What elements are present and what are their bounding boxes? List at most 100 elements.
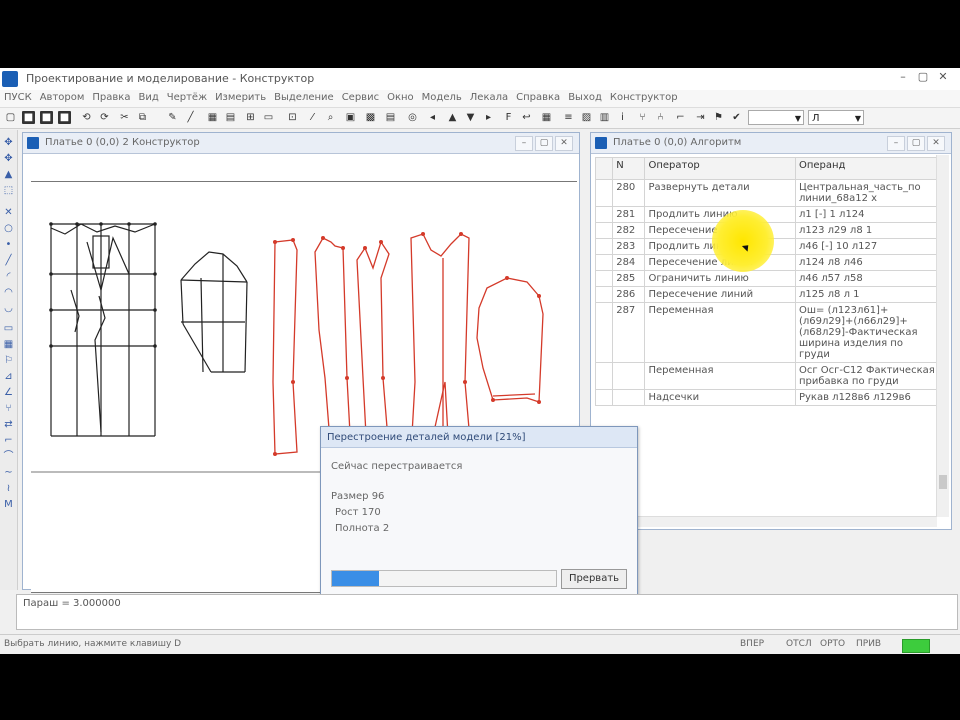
circle-tool-icon[interactable]: ○ (2, 222, 15, 235)
segment-tool-icon[interactable]: ╱ (2, 254, 15, 267)
menu-item-drawing[interactable]: Чертёж (163, 90, 211, 103)
angle-tool-icon[interactable]: ∠ (2, 386, 15, 399)
fork-icon[interactable]: ⑂ (636, 111, 649, 124)
menu-item-select[interactable]: Выделение (270, 90, 338, 103)
arrow-down-icon[interactable]: ▼ (464, 111, 477, 124)
menu-item-window[interactable]: Окно (383, 90, 418, 103)
pin-tool-icon[interactable]: ⊿ (2, 370, 15, 383)
flag-icon[interactable]: ⚑ (712, 111, 725, 124)
tab-icon[interactable]: ⇥ (694, 111, 707, 124)
point-tool-icon[interactable]: • (2, 238, 15, 251)
menu-item-author[interactable]: Автором (36, 90, 89, 103)
zoom-icon[interactable]: ⌕ (324, 111, 337, 124)
table-view-icon[interactable]: ▦ (540, 111, 553, 124)
table-row[interactable]: Переменная Осг Осг-С12 Фактическая прибав… (594, 362, 940, 390)
marker-icon[interactable]: ⁄ (306, 111, 319, 124)
rect-tool-icon[interactable]: ▭ (2, 322, 15, 335)
grid2-icon[interactable]: ▩ (364, 111, 377, 124)
corner-tool-icon[interactable]: ⌐ (2, 434, 15, 447)
menu-item-view[interactable]: Вид (134, 90, 162, 103)
table-row[interactable]: 286 Пересечение линий л125 л8 л 1 (594, 286, 940, 303)
bezier-tool-icon[interactable]: ◡ (2, 302, 15, 315)
minimize-button[interactable]: – (896, 70, 910, 84)
close-button[interactable]: ✕ (936, 70, 950, 84)
table-row[interactable]: Надсечки Рукав л128в6 л129в6 (594, 389, 940, 406)
table-row[interactable]: 285 Ограничить линию л46 л57 л58 (594, 270, 940, 287)
curve-tool-icon[interactable]: ◠ (2, 286, 15, 299)
view-icon[interactable]: ▭ (262, 111, 275, 124)
move-tool-icon[interactable]: ✥ (2, 152, 15, 165)
vertical-scrollbar[interactable] (936, 155, 949, 517)
grid-icon[interactable]: ▤ (224, 111, 237, 124)
copy-icon[interactable]: ⧉ (136, 111, 149, 124)
status-mode[interactable]: ВПЕР (740, 639, 764, 649)
menu-item-start[interactable]: ПУСК (0, 90, 36, 103)
scrollbar-thumb[interactable] (939, 475, 947, 489)
flag-tool-icon[interactable]: ⚐ (2, 354, 15, 367)
info-icon[interactable]: i (616, 111, 629, 124)
window-restore-button[interactable]: ▢ (535, 136, 553, 151)
menu-item-help[interactable]: Справка (512, 90, 564, 103)
status-snap[interactable]: ПРИВ (856, 639, 881, 649)
stop-button[interactable]: Прервать (561, 569, 627, 589)
zigzag-tool-icon[interactable]: ≀ (2, 482, 15, 495)
window-minimize-button[interactable]: – (515, 136, 533, 151)
redo-icon[interactable]: ⟳ (98, 111, 111, 124)
frame-icon[interactable]: ▣ (344, 111, 357, 124)
m-tool-icon[interactable]: M (2, 498, 15, 511)
cut-icon[interactable]: ✂ (118, 111, 131, 124)
arrow-right-icon[interactable]: ▸ (482, 111, 495, 124)
window-close-button[interactable]: ✕ (555, 136, 573, 151)
print-icon[interactable]: ■ (58, 111, 71, 124)
status-track[interactable]: ОТСЛ (786, 639, 812, 649)
cross-tool-icon[interactable]: ✕ (2, 206, 15, 219)
check-icon[interactable]: ✔ (730, 111, 743, 124)
table-icon[interactable]: ▦ (206, 111, 219, 124)
lock-icon[interactable]: ⊡ (286, 111, 299, 124)
status-ortho[interactable]: ОРТО (820, 639, 845, 649)
table-tool-icon[interactable]: ▦ (2, 338, 15, 351)
mirror-tool-icon[interactable]: ⇄ (2, 418, 15, 431)
lines-icon[interactable]: ≡ (562, 111, 575, 124)
menu-item-exit[interactable]: Выход (564, 90, 606, 103)
pencil-icon[interactable]: ✎ (166, 111, 179, 124)
table-row[interactable]: 280 Развернуть детали Центральная_часть_по… (594, 179, 940, 207)
wave-tool-icon[interactable]: ∼ (2, 466, 15, 479)
measure-icon[interactable]: ⊞ (244, 111, 257, 124)
horizontal-scrollbar[interactable] (593, 516, 937, 527)
select-tool-icon[interactable]: ⬚ (2, 184, 15, 197)
arrow-tool-icon[interactable]: ▲ (2, 168, 15, 181)
return-icon[interactable]: ↩ (520, 111, 533, 124)
table-row[interactable]: 281 Продлить линию л1 [-] 1 л124 (594, 206, 940, 223)
fold-tool-icon[interactable]: ⌒ (2, 450, 15, 463)
menu-item-constructor[interactable]: Конструктор (606, 90, 682, 103)
undo-icon[interactable]: ⟲ (80, 111, 93, 124)
save-icon[interactable]: ■ (40, 111, 53, 124)
layer-select[interactable]: Л ▼ (808, 110, 864, 125)
size-select[interactable]: ▼ (748, 110, 804, 125)
menu-item-service[interactable]: Сервис (338, 90, 383, 103)
image-icon[interactable]: ▨ (580, 111, 593, 124)
arrow-up-icon[interactable]: ▲ (446, 111, 459, 124)
menu-item-model[interactable]: Модель (418, 90, 466, 103)
menu-item-patterns[interactable]: Лекала (466, 90, 512, 103)
bracket-icon[interactable]: ⌐ (674, 111, 687, 124)
command-line[interactable]: Параш = 3.000000 (16, 594, 958, 630)
line-icon[interactable]: ╱ (184, 111, 197, 124)
window-restore-button[interactable]: ▢ (907, 136, 925, 151)
pointer-tool-icon[interactable]: ✥ (2, 136, 15, 149)
layers-icon[interactable]: ▤ (384, 111, 397, 124)
table-row[interactable]: 287 Переменная Ош= (л123л61]+(л69л29]+(л66… (594, 302, 940, 363)
maximize-button[interactable]: ▢ (916, 70, 930, 84)
new-file-icon[interactable]: ▢ (4, 111, 17, 124)
function-key-icon[interactable]: F (502, 111, 515, 124)
arrow-left-icon[interactable]: ◂ (426, 111, 439, 124)
menu-item-edit[interactable]: Правка (88, 90, 134, 103)
split-tool-icon[interactable]: ⑂ (2, 402, 15, 415)
arc-tool-icon[interactable]: ◜ (2, 270, 15, 283)
rotate-icon[interactable]: ◎ (406, 111, 419, 124)
window-minimize-button[interactable]: – (887, 136, 905, 151)
window-close-button[interactable]: ✕ (927, 136, 945, 151)
fork2-icon[interactable]: ⑃ (654, 111, 667, 124)
book-icon[interactable]: ▥ (598, 111, 611, 124)
